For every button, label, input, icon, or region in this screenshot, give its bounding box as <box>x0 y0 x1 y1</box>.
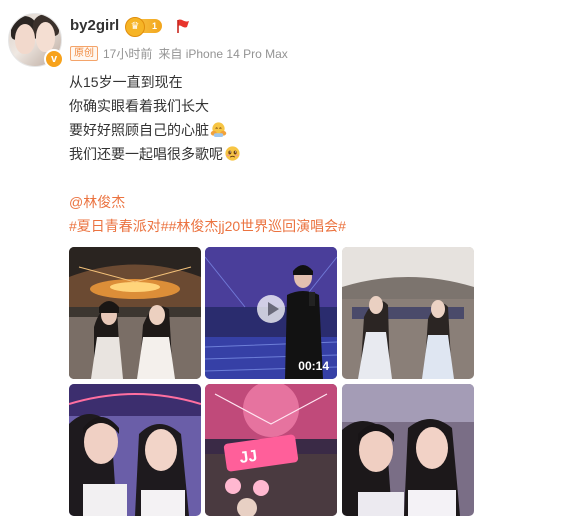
mention-link[interactable]: @林俊杰 <box>69 192 125 212</box>
photo-5[interactable]: JJ <box>205 384 337 516</box>
user-level-badge[interactable]: ♛ 1 <box>125 17 162 37</box>
moved-face-emoji-icon <box>225 146 240 161</box>
level-number: 1 <box>151 21 157 31</box>
post-source[interactable]: 来自 iPhone 14 Pro Max <box>158 45 287 62</box>
video-duration: 00:14 <box>298 359 329 373</box>
username[interactable]: by2girl <box>70 17 119 34</box>
hug-emoji-icon <box>210 122 227 138</box>
crown-icon: ♛ <box>125 17 145 37</box>
photo-1[interactable] <box>69 247 201 379</box>
post-meta: 原创 17小时前 来自 iPhone 14 Pro Max <box>70 45 288 62</box>
post-text-line-4: 我们还要一起唱很多歌呢 <box>69 144 241 164</box>
video-thumbnail[interactable]: 00:14 <box>205 247 337 379</box>
photo-6[interactable] <box>342 384 474 516</box>
original-tag: 原创 <box>70 46 98 61</box>
post-text-line-3: 要好好照顾自己的心脏 <box>69 120 227 140</box>
post-time[interactable]: 17小时前 <box>103 45 152 62</box>
verified-badge-icon: v <box>44 49 64 69</box>
post-text-line-2: 你确实眼看着我们长大 <box>69 98 209 114</box>
red-flag-icon[interactable] <box>175 18 191 34</box>
photo-4[interactable] <box>69 384 201 516</box>
photo-3[interactable] <box>342 247 474 379</box>
post-text-line-1: 从15岁一直到现在 <box>69 74 183 90</box>
play-icon[interactable] <box>257 295 285 323</box>
svg-text:JJ: JJ <box>238 448 258 467</box>
topic-links[interactable]: #夏日青春派对##林俊杰jj20世界巡回演唱会# <box>69 216 346 236</box>
